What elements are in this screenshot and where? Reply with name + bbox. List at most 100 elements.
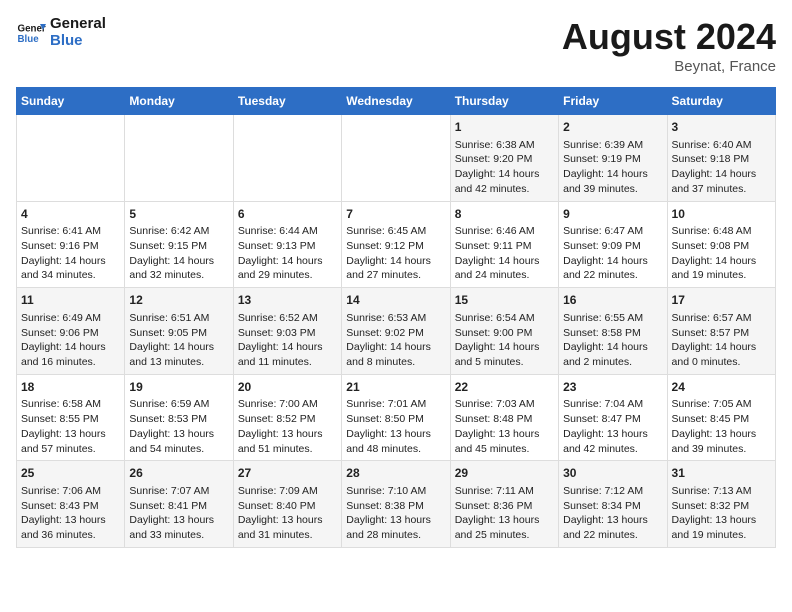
day-number: 15 [455,292,554,309]
day-info: Daylight: 13 hours [346,427,445,442]
day-info: Sunset: 8:32 PM [672,499,771,514]
day-info: and 28 minutes. [346,528,445,543]
day-number: 29 [455,465,554,482]
day-info: Sunrise: 6:52 AM [238,311,337,326]
calendar-cell: 25Sunrise: 7:06 AMSunset: 8:43 PMDayligh… [17,461,125,548]
day-info: and 5 minutes. [455,355,554,370]
day-info: Daylight: 14 hours [21,340,120,355]
day-info: Sunset: 9:09 PM [563,239,662,254]
day-info: Daylight: 13 hours [563,513,662,528]
day-info: Sunset: 8:58 PM [563,326,662,341]
calendar-header-thursday: Thursday [450,88,558,115]
calendar-header-tuesday: Tuesday [233,88,341,115]
day-info: Sunrise: 7:00 AM [238,397,337,412]
day-info: Daylight: 13 hours [455,427,554,442]
day-number: 22 [455,379,554,396]
day-info: Daylight: 13 hours [672,513,771,528]
day-info: Sunset: 8:48 PM [455,412,554,427]
calendar-cell: 1Sunrise: 6:38 AMSunset: 9:20 PMDaylight… [450,115,558,202]
day-info: Sunset: 8:40 PM [238,499,337,514]
day-info: Sunset: 9:19 PM [563,152,662,167]
day-info: Daylight: 14 hours [672,340,771,355]
day-info: and 31 minutes. [238,528,337,543]
day-info: Sunset: 8:45 PM [672,412,771,427]
logo-text-general: General [50,16,106,33]
day-info: Daylight: 13 hours [21,513,120,528]
calendar-week-row: 11Sunrise: 6:49 AMSunset: 9:06 PMDayligh… [17,288,776,375]
day-info: and 36 minutes. [21,528,120,543]
calendar-cell: 23Sunrise: 7:04 AMSunset: 8:47 PMDayligh… [559,374,667,461]
page-header: General Blue General Blue August 2024 Be… [16,16,776,75]
day-info: Sunrise: 6:38 AM [455,138,554,153]
day-number: 31 [672,465,771,482]
calendar-cell: 5Sunrise: 6:42 AMSunset: 9:15 PMDaylight… [125,201,233,288]
day-info: Daylight: 13 hours [129,513,228,528]
calendar-cell: 10Sunrise: 6:48 AMSunset: 9:08 PMDayligh… [667,201,775,288]
calendar-header-sunday: Sunday [17,88,125,115]
day-number: 5 [129,206,228,223]
day-info: Sunrise: 6:59 AM [129,397,228,412]
calendar-cell [17,115,125,202]
day-info: and 42 minutes. [563,442,662,457]
day-info: Sunset: 9:00 PM [455,326,554,341]
day-number: 18 [21,379,120,396]
day-info: Daylight: 14 hours [346,340,445,355]
day-info: Daylight: 14 hours [455,254,554,269]
logo-text-blue: Blue [50,33,106,50]
day-info: Sunrise: 7:03 AM [455,397,554,412]
calendar-cell: 18Sunrise: 6:58 AMSunset: 8:55 PMDayligh… [17,374,125,461]
day-info: Sunrise: 6:40 AM [672,138,771,153]
day-info: Sunrise: 6:53 AM [346,311,445,326]
day-info: Daylight: 13 hours [346,513,445,528]
day-info: Sunset: 9:12 PM [346,239,445,254]
day-info: and 33 minutes. [129,528,228,543]
day-info: Sunset: 8:57 PM [672,326,771,341]
svg-text:Blue: Blue [18,34,40,45]
day-number: 13 [238,292,337,309]
location-subtitle: Beynat, France [562,58,776,75]
day-number: 3 [672,119,771,136]
day-info: Daylight: 13 hours [238,513,337,528]
day-info: and 19 minutes. [672,528,771,543]
day-number: 8 [455,206,554,223]
day-number: 11 [21,292,120,309]
day-info: Daylight: 14 hours [346,254,445,269]
day-info: and 39 minutes. [672,442,771,457]
day-info: and 0 minutes. [672,355,771,370]
calendar-cell: 17 Sunrise: 6:57 AMSunset: 8:57 PMDayligh… [667,288,775,375]
day-info: Sunset: 8:53 PM [129,412,228,427]
day-info: Sunrise: 6:44 AM [238,224,337,239]
day-number: 17 [672,292,771,309]
calendar-header-row: SundayMondayTuesdayWednesdayThursdayFrid… [17,88,776,115]
calendar-cell [125,115,233,202]
calendar-week-row: 18Sunrise: 6:58 AMSunset: 8:55 PMDayligh… [17,374,776,461]
day-info: and 48 minutes. [346,442,445,457]
calendar-cell: 15Sunrise: 6:54 AMSunset: 9:00 PMDayligh… [450,288,558,375]
day-info: Daylight: 14 hours [238,340,337,355]
day-info: and 51 minutes. [238,442,337,457]
day-info: and 16 minutes. [21,355,120,370]
day-number: 9 [563,206,662,223]
day-info: Sunrise: 7:13 AM [672,484,771,499]
calendar-cell: 28Sunrise: 7:10 AMSunset: 8:38 PMDayligh… [342,461,450,548]
day-info: Daylight: 14 hours [672,167,771,182]
day-info: Sunrise: 6:41 AM [21,224,120,239]
calendar-cell: 6Sunrise: 6:44 AMSunset: 9:13 PMDaylight… [233,201,341,288]
calendar-cell: 7Sunrise: 6:45 AMSunset: 9:12 PMDaylight… [342,201,450,288]
day-info: Sunset: 9:11 PM [455,239,554,254]
day-info: Sunset: 8:38 PM [346,499,445,514]
day-info: and 22 minutes. [563,528,662,543]
day-number: 20 [238,379,337,396]
logo-icon: General Blue [16,18,46,48]
calendar-cell: 13Sunrise: 6:52 AMSunset: 9:03 PMDayligh… [233,288,341,375]
day-info: and 2 minutes. [563,355,662,370]
day-info: Sunrise: 6:57 AM [672,311,771,326]
day-info: and 24 minutes. [455,268,554,283]
day-info: Sunset: 8:52 PM [238,412,337,427]
day-info: and 32 minutes. [129,268,228,283]
day-info: and 45 minutes. [455,442,554,457]
day-info: Daylight: 14 hours [129,254,228,269]
day-info: Sunset: 9:15 PM [129,239,228,254]
day-info: Sunrise: 6:47 AM [563,224,662,239]
logo: General Blue General Blue [16,16,106,49]
